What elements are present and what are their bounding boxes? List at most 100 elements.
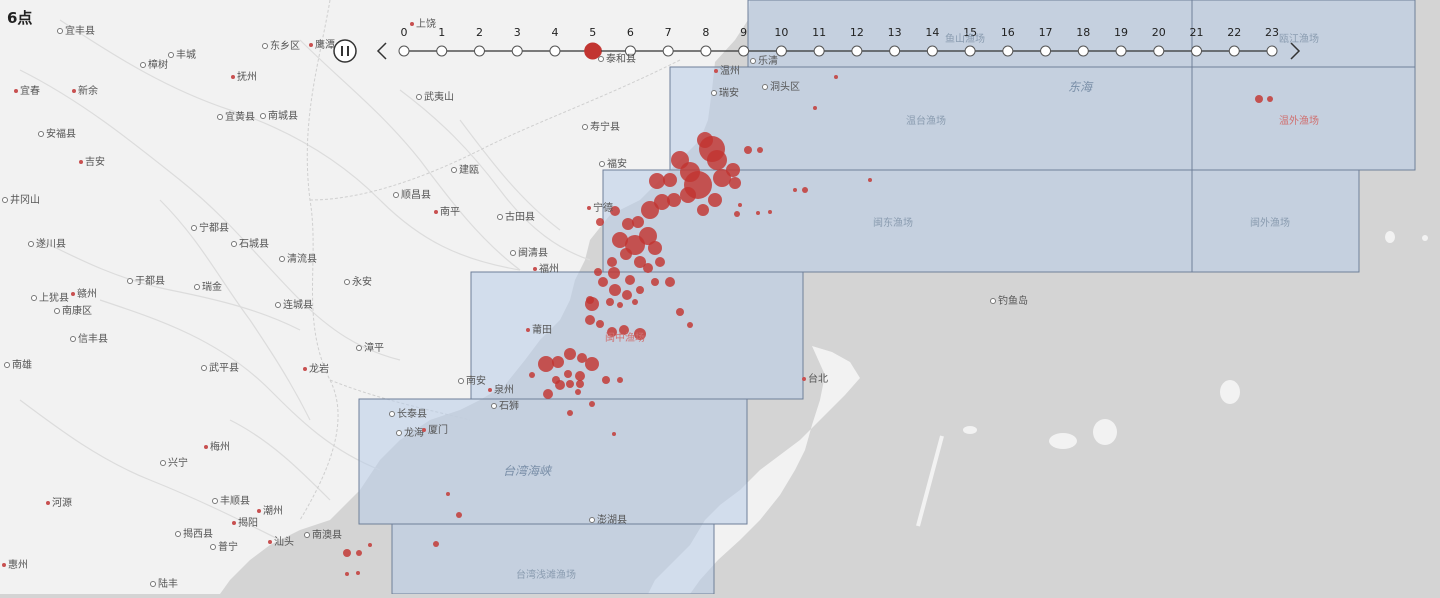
heat-bubble[interactable] bbox=[594, 268, 602, 276]
timeline-tick[interactable] bbox=[1115, 45, 1127, 57]
heat-bubble[interactable] bbox=[687, 322, 693, 328]
heat-bubble[interactable] bbox=[345, 572, 349, 576]
heat-bubble[interactable] bbox=[757, 147, 763, 153]
timeline-tick[interactable] bbox=[700, 45, 712, 57]
heat-bubble[interactable] bbox=[609, 284, 621, 296]
timeline-tick-label[interactable]: 3 bbox=[514, 26, 521, 39]
map-canvas[interactable]: 0 1 2 3 4 5 6 7 8 9 10 11 12 13 14 15 16 17 18 19 20 21 22 23 6… bbox=[0, 0, 1440, 595]
heat-bubble[interactable] bbox=[625, 275, 635, 285]
timeline-tick[interactable] bbox=[1002, 45, 1014, 57]
timeline-tick[interactable] bbox=[926, 45, 938, 57]
heat-bubble[interactable] bbox=[768, 210, 772, 214]
heat-bubble[interactable] bbox=[566, 380, 574, 388]
heat-bubble[interactable] bbox=[655, 257, 665, 267]
heat-bubble[interactable] bbox=[576, 380, 584, 388]
heat-bubble[interactable] bbox=[738, 203, 742, 207]
timeline-tick-label[interactable]: 4 bbox=[551, 26, 558, 39]
heat-bubble[interactable] bbox=[567, 410, 573, 416]
timeline-tick[interactable] bbox=[851, 45, 863, 57]
heat-bubble[interactable] bbox=[585, 357, 599, 371]
timeline-tick[interactable] bbox=[1153, 45, 1165, 57]
heat-bubble[interactable] bbox=[607, 257, 617, 267]
heat-bubble[interactable] bbox=[606, 298, 614, 306]
heat-bubble[interactable] bbox=[356, 550, 362, 556]
heat-bubble[interactable] bbox=[538, 356, 554, 372]
timeline-tick-label[interactable]: 17 bbox=[1039, 26, 1053, 39]
timeline-tick[interactable] bbox=[398, 45, 410, 57]
heat-bubble[interactable] bbox=[868, 178, 872, 182]
timeline-tick[interactable] bbox=[1228, 45, 1240, 57]
heat-bubble[interactable] bbox=[648, 241, 662, 255]
timeline-tick[interactable] bbox=[436, 45, 448, 57]
timeline-tick[interactable] bbox=[964, 45, 976, 57]
heat-bubble[interactable] bbox=[564, 370, 572, 378]
timeline-tick[interactable] bbox=[662, 45, 674, 57]
timeline-tick-label[interactable]: 9 bbox=[740, 26, 747, 39]
timeline-tick-label[interactable]: 6 bbox=[627, 26, 634, 39]
heat-bubble[interactable] bbox=[552, 356, 564, 368]
heat-bubble[interactable] bbox=[529, 372, 535, 378]
timeline-tick[interactable] bbox=[511, 45, 523, 57]
timeline-tick-label[interactable]: 23 bbox=[1265, 26, 1279, 39]
heat-bubble[interactable] bbox=[643, 263, 653, 273]
timeline-tick[interactable] bbox=[1077, 45, 1089, 57]
heat-bubble[interactable] bbox=[726, 163, 740, 177]
timeline-tick-label[interactable]: 0 bbox=[401, 26, 408, 39]
heat-bubble[interactable] bbox=[585, 315, 595, 325]
heat-bubble[interactable] bbox=[602, 376, 610, 384]
heat-bubble[interactable] bbox=[622, 290, 632, 300]
timeline-tick-label[interactable]: 19 bbox=[1114, 26, 1128, 39]
heat-bubble[interactable] bbox=[596, 218, 604, 226]
heat-bubble[interactable] bbox=[575, 389, 581, 395]
heat-bubble[interactable] bbox=[596, 320, 604, 328]
heat-bubble[interactable] bbox=[622, 218, 634, 230]
heat-bubble[interactable] bbox=[589, 401, 595, 407]
heat-bubble[interactable] bbox=[632, 299, 638, 305]
heat-bubble[interactable] bbox=[343, 549, 351, 557]
heat-bubble[interactable] bbox=[834, 75, 838, 79]
timeline-tick[interactable] bbox=[1191, 45, 1203, 57]
timeline-tick-label[interactable]: 16 bbox=[1001, 26, 1015, 39]
timeline-tick-label[interactable]: 1 bbox=[438, 26, 445, 39]
heat-bubble[interactable] bbox=[368, 543, 372, 547]
heat-bubble[interactable] bbox=[585, 297, 599, 311]
heat-bubble[interactable] bbox=[636, 286, 644, 294]
timeline-tick[interactable] bbox=[1040, 45, 1052, 57]
timeline-tick-label[interactable]: 5 bbox=[589, 26, 596, 39]
timeline-tick-label[interactable]: 10 bbox=[774, 26, 788, 39]
heat-bubble[interactable] bbox=[617, 377, 623, 383]
heat-bubble[interactable] bbox=[756, 211, 760, 215]
timeline-tick-label[interactable]: 7 bbox=[665, 26, 672, 39]
timeline-tick-label[interactable]: 2 bbox=[476, 26, 483, 39]
timeline-tick-label[interactable]: 22 bbox=[1227, 26, 1241, 39]
heat-bubble[interactable] bbox=[663, 173, 677, 187]
timeline-tick[interactable] bbox=[738, 45, 750, 57]
timeline-tick[interactable] bbox=[549, 45, 561, 57]
timeline-tick-label[interactable]: 12 bbox=[850, 26, 864, 39]
heat-bubble[interactable] bbox=[1267, 96, 1273, 102]
heat-bubble[interactable] bbox=[649, 173, 665, 189]
timeline-tick-label[interactable]: 21 bbox=[1190, 26, 1204, 39]
timeline-tick[interactable] bbox=[813, 45, 825, 57]
timeline-tick-label[interactable]: 8 bbox=[702, 26, 709, 39]
heat-bubble[interactable] bbox=[356, 571, 360, 575]
timeline-tick[interactable] bbox=[473, 45, 485, 57]
heat-bubble[interactable] bbox=[632, 216, 644, 228]
heat-bubble[interactable] bbox=[555, 380, 565, 390]
heat-bubble[interactable] bbox=[617, 302, 623, 308]
heat-bubble[interactable] bbox=[680, 162, 700, 182]
heat-bubble[interactable] bbox=[802, 187, 808, 193]
heat-bubble[interactable] bbox=[651, 278, 659, 286]
heat-bubble[interactable] bbox=[707, 150, 727, 170]
heat-bubble[interactable] bbox=[813, 106, 817, 110]
timeline-tick-label[interactable]: 11 bbox=[812, 26, 826, 39]
heat-bubble[interactable] bbox=[734, 211, 740, 217]
heat-bubble[interactable] bbox=[446, 492, 450, 496]
heat-bubble[interactable] bbox=[697, 204, 709, 216]
timeline-tick-label[interactable]: 14 bbox=[925, 26, 939, 39]
heat-bubble[interactable] bbox=[433, 541, 439, 547]
timeline-tick[interactable] bbox=[889, 45, 901, 57]
heat-bubble[interactable] bbox=[676, 308, 684, 316]
heat-bubble[interactable] bbox=[665, 277, 675, 287]
heat-bubble[interactable] bbox=[456, 512, 462, 518]
